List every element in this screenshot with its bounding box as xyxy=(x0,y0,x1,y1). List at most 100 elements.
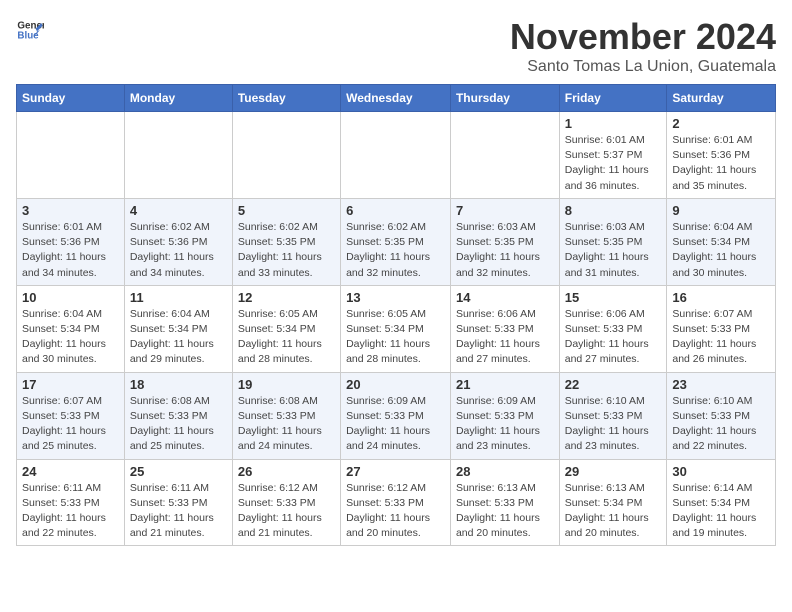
header-friday: Friday xyxy=(559,85,667,112)
table-row: 8Sunrise: 6:03 AMSunset: 5:35 PMDaylight… xyxy=(559,198,667,285)
table-row: 12 Sunrise: 6:05 AMSunset: 5:34 PMDayligh… xyxy=(232,285,340,372)
day-info: Sunrise: 6:01 AMSunset: 5:36 PMDaylight:… xyxy=(22,220,119,281)
table-row xyxy=(17,112,125,199)
table-row: 3 Sunrise: 6:01 AMSunset: 5:36 PMDaylight… xyxy=(17,198,125,285)
day-number: 4 xyxy=(130,203,227,218)
day-number: 9 xyxy=(672,203,770,218)
day-info: Sunrise: 6:12 AMSunset: 5:33 PMDaylight:… xyxy=(238,481,335,542)
header-tuesday: Tuesday xyxy=(232,85,340,112)
day-number: 2 xyxy=(672,116,770,131)
table-row: 10 Sunrise: 6:04 AMSunset: 5:34 PMDayligh… xyxy=(17,285,125,372)
day-info: Sunrise: 6:04 AMSunset: 5:34 PMDaylight:… xyxy=(672,220,770,281)
day-info: Sunrise: 6:01 AMSunset: 5:36 PMDaylight:… xyxy=(672,133,770,194)
day-number: 13 xyxy=(346,290,445,305)
day-info: Sunrise: 6:07 AMSunset: 5:33 PMDaylight:… xyxy=(22,394,119,455)
table-row: 9 Sunrise: 6:04 AMSunset: 5:34 PMDaylight… xyxy=(667,198,776,285)
day-number: 5 xyxy=(238,203,335,218)
calendar-week-row: 17 Sunrise: 6:07 AMSunset: 5:33 PMDayligh… xyxy=(17,372,776,459)
header-thursday: Thursday xyxy=(450,85,559,112)
table-row: 25 Sunrise: 6:11 AMSunset: 5:33 PMDayligh… xyxy=(124,459,232,546)
table-row xyxy=(341,112,451,199)
table-row: 23 Sunrise: 6:10 AMSunset: 5:33 PMDayligh… xyxy=(667,372,776,459)
day-info: Sunrise: 6:07 AMSunset: 5:33 PMDaylight:… xyxy=(672,307,770,368)
days-header-row: Sunday Monday Tuesday Wednesday Thursday… xyxy=(17,85,776,112)
table-row: 27Sunrise: 6:12 AMSunset: 5:33 PMDayligh… xyxy=(341,459,451,546)
day-number: 11 xyxy=(130,290,227,305)
day-info: Sunrise: 6:06 AMSunset: 5:33 PMDaylight:… xyxy=(565,307,662,368)
day-number: 30 xyxy=(672,464,770,479)
day-info: Sunrise: 6:09 AMSunset: 5:33 PMDaylight:… xyxy=(346,394,445,455)
day-info: Sunrise: 6:11 AMSunset: 5:33 PMDaylight:… xyxy=(22,481,119,542)
day-info: Sunrise: 6:05 AMSunset: 5:34 PMDaylight:… xyxy=(346,307,445,368)
table-row: 5 Sunrise: 6:02 AMSunset: 5:35 PMDaylight… xyxy=(232,198,340,285)
table-row: 14 Sunrise: 6:06 AMSunset: 5:33 PMDayligh… xyxy=(450,285,559,372)
day-number: 10 xyxy=(22,290,119,305)
day-info: Sunrise: 6:12 AMSunset: 5:33 PMDaylight:… xyxy=(346,481,445,542)
day-info: Sunrise: 6:02 AMSunset: 5:35 PMDaylight:… xyxy=(238,220,335,281)
day-number: 29 xyxy=(565,464,662,479)
calendar-subtitle: Santo Tomas La Union, Guatemala xyxy=(510,58,776,76)
day-number: 17 xyxy=(22,377,119,392)
day-info: Sunrise: 6:02 AMSunset: 5:35 PMDaylight:… xyxy=(346,220,445,281)
day-info: Sunrise: 6:03 AMSunset: 5:35 PMDaylight:… xyxy=(456,220,554,281)
table-row: 1 Sunrise: 6:01 AMSunset: 5:37 PMDaylight… xyxy=(559,112,667,199)
calendar-week-row: 24Sunrise: 6:11 AMSunset: 5:33 PMDayligh… xyxy=(17,459,776,546)
day-number: 19 xyxy=(238,377,335,392)
header-monday: Monday xyxy=(124,85,232,112)
day-info: Sunrise: 6:08 AMSunset: 5:33 PMDaylight:… xyxy=(130,394,227,455)
table-row: 13 Sunrise: 6:05 AMSunset: 5:34 PMDayligh… xyxy=(341,285,451,372)
table-row: 11 Sunrise: 6:04 AMSunset: 5:34 PMDayligh… xyxy=(124,285,232,372)
day-info: Sunrise: 6:03 AMSunset: 5:35 PMDaylight:… xyxy=(565,220,662,281)
day-number: 1 xyxy=(565,116,662,131)
table-row: 7Sunrise: 6:03 AMSunset: 5:35 PMDaylight… xyxy=(450,198,559,285)
table-row: 4 Sunrise: 6:02 AMSunset: 5:36 PMDaylight… xyxy=(124,198,232,285)
day-info: Sunrise: 6:10 AMSunset: 5:33 PMDaylight:… xyxy=(565,394,662,455)
day-number: 3 xyxy=(22,203,119,218)
title-area: November 2024 Santo Tomas La Union, Guat… xyxy=(510,16,776,76)
table-row: 22 Sunrise: 6:10 AMSunset: 5:33 PMDayligh… xyxy=(559,372,667,459)
calendar-title: November 2024 xyxy=(510,16,776,58)
day-info: Sunrise: 6:13 AMSunset: 5:33 PMDaylight:… xyxy=(456,481,554,542)
day-number: 23 xyxy=(672,377,770,392)
table-row: 16 Sunrise: 6:07 AMSunset: 5:33 PMDayligh… xyxy=(667,285,776,372)
calendar-week-row: 1 Sunrise: 6:01 AMSunset: 5:37 PMDaylight… xyxy=(17,112,776,199)
table-row: 17 Sunrise: 6:07 AMSunset: 5:33 PMDayligh… xyxy=(17,372,125,459)
day-number: 28 xyxy=(456,464,554,479)
day-info: Sunrise: 6:09 AMSunset: 5:33 PMDaylight:… xyxy=(456,394,554,455)
calendar-week-row: 3 Sunrise: 6:01 AMSunset: 5:36 PMDaylight… xyxy=(17,198,776,285)
header-sunday: Sunday xyxy=(17,85,125,112)
day-number: 25 xyxy=(130,464,227,479)
calendar-table: Sunday Monday Tuesday Wednesday Thursday… xyxy=(16,84,776,546)
day-number: 20 xyxy=(346,377,445,392)
logo: General Blue xyxy=(16,16,44,44)
calendar-week-row: 10 Sunrise: 6:04 AMSunset: 5:34 PMDayligh… xyxy=(17,285,776,372)
day-number: 22 xyxy=(565,377,662,392)
table-row: 19Sunrise: 6:08 AMSunset: 5:33 PMDayligh… xyxy=(232,372,340,459)
table-row: 6 Sunrise: 6:02 AMSunset: 5:35 PMDaylight… xyxy=(341,198,451,285)
day-number: 16 xyxy=(672,290,770,305)
day-info: Sunrise: 6:10 AMSunset: 5:33 PMDaylight:… xyxy=(672,394,770,455)
day-info: Sunrise: 6:13 AMSunset: 5:34 PMDaylight:… xyxy=(565,481,662,542)
table-row: 28 Sunrise: 6:13 AMSunset: 5:33 PMDayligh… xyxy=(450,459,559,546)
day-info: Sunrise: 6:05 AMSunset: 5:34 PMDaylight:… xyxy=(238,307,335,368)
table-row: 30Sunrise: 6:14 AMSunset: 5:34 PMDayligh… xyxy=(667,459,776,546)
header-saturday: Saturday xyxy=(667,85,776,112)
svg-text:Blue: Blue xyxy=(17,30,39,41)
table-row: 21Sunrise: 6:09 AMSunset: 5:33 PMDayligh… xyxy=(450,372,559,459)
day-number: 14 xyxy=(456,290,554,305)
table-row: 24Sunrise: 6:11 AMSunset: 5:33 PMDayligh… xyxy=(17,459,125,546)
day-number: 18 xyxy=(130,377,227,392)
day-info: Sunrise: 6:11 AMSunset: 5:33 PMDaylight:… xyxy=(130,481,227,542)
day-number: 6 xyxy=(346,203,445,218)
header-area: General Blue November 2024 Santo Tomas L… xyxy=(16,16,776,76)
day-info: Sunrise: 6:02 AMSunset: 5:36 PMDaylight:… xyxy=(130,220,227,281)
day-number: 12 xyxy=(238,290,335,305)
day-info: Sunrise: 6:01 AMSunset: 5:37 PMDaylight:… xyxy=(565,133,662,194)
table-row: 18 Sunrise: 6:08 AMSunset: 5:33 PMDayligh… xyxy=(124,372,232,459)
logo-icon: General Blue xyxy=(16,16,44,44)
day-info: Sunrise: 6:04 AMSunset: 5:34 PMDaylight:… xyxy=(130,307,227,368)
table-row: 2 Sunrise: 6:01 AMSunset: 5:36 PMDaylight… xyxy=(667,112,776,199)
day-info: Sunrise: 6:04 AMSunset: 5:34 PMDaylight:… xyxy=(22,307,119,368)
day-info: Sunrise: 6:06 AMSunset: 5:33 PMDaylight:… xyxy=(456,307,554,368)
day-number: 26 xyxy=(238,464,335,479)
